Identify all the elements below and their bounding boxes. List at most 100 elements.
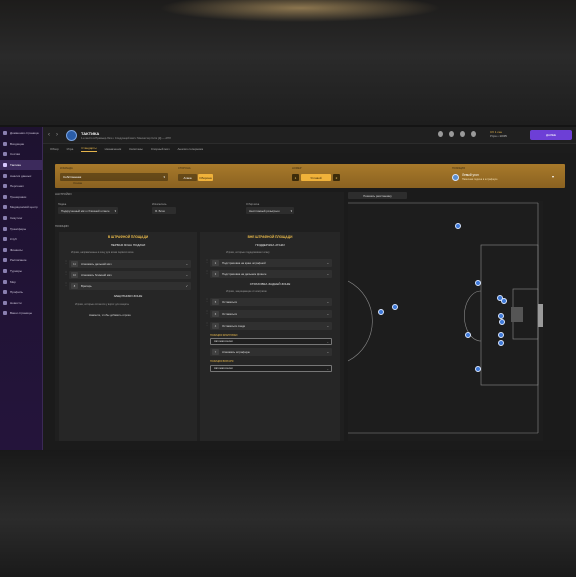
sidebar-item[interactable]: Мир (0, 276, 42, 287)
search-icon[interactable] (460, 131, 465, 137)
player-marker[interactable] (498, 332, 504, 338)
game-window: Домашняя страница Входящие Состав Тактика Ан… (0, 127, 576, 450)
drag-handle-icon[interactable]: ⋮ (205, 259, 209, 266)
role-row[interactable]: 5 Оставаться ⌄ (210, 298, 332, 306)
tab-item[interactable]: Спорный мяч (151, 147, 170, 151)
chevron-down-icon: ⌄ (326, 367, 329, 371)
drag-handle-icon[interactable]: ⋮ (205, 310, 209, 317)
drag-handle-icon[interactable]: ⋮ (205, 298, 209, 305)
prev-number-button[interactable]: 1 (292, 174, 299, 181)
player-marker[interactable] (499, 319, 505, 325)
sidebar-item[interactable]: Состав (0, 149, 42, 160)
row-number: 2 (212, 260, 219, 266)
sidebar-item-icon (3, 311, 7, 316)
player-marker[interactable] (501, 298, 507, 304)
role-row[interactable]: 2 Подстраховка на краю штрафной ⌄ (210, 259, 332, 267)
role-row[interactable]: 8 Вратарь ✓ (69, 282, 191, 290)
tab-item[interactable]: Капитаны (129, 147, 143, 151)
player-marker[interactable] (465, 332, 471, 338)
drag-handle-icon[interactable]: ⋮ (205, 322, 209, 329)
tab-item[interactable]: Назначения (105, 147, 122, 151)
sidebar-item[interactable]: Персонал (0, 181, 42, 192)
sidebar-item[interactable]: Клуб (0, 234, 42, 245)
sidebar-item[interactable]: Тренировки (0, 192, 42, 203)
sidebar-item-label: Финансы (10, 247, 23, 252)
forward-arrow-icon[interactable]: › (56, 132, 62, 138)
row-text: Оставаться (222, 312, 237, 316)
player-marker[interactable] (498, 340, 504, 346)
game-date[interactable]: Сб 1 сен Утро • 13:05 (490, 130, 507, 138)
sidebar-item-label: Тактика (10, 163, 21, 168)
view-formation-button[interactable]: Показать расстановку (348, 192, 407, 199)
taker-select[interactable]: Я. Блок (152, 207, 176, 214)
sidebar-item[interactable]: Трансферы (0, 223, 42, 234)
row-number: 6 (212, 311, 219, 317)
sidebar-item[interactable]: Скаутинг (0, 213, 42, 224)
tab-item[interactable]: Стандарты (81, 146, 97, 152)
sidebar-item[interactable]: Профиль (0, 287, 42, 298)
chat-icon[interactable] (471, 131, 476, 137)
sidebar-item[interactable]: Тактика (0, 159, 42, 171)
sidebar-item[interactable]: Входящие (0, 139, 42, 150)
role-row[interactable]: 3 Подстраховка на дальнем фланге ⌄ (210, 270, 332, 278)
sidebar-item[interactable]: Турниры (0, 266, 42, 277)
sidebar-item[interactable]: Ваши страницы (0, 308, 42, 319)
sidebar-item-label: Тренировки (10, 194, 27, 199)
position-value[interactable]: Левый угол (462, 173, 479, 177)
player-marker[interactable] (455, 223, 461, 229)
background-bottom (0, 450, 576, 577)
side-defend-toggle[interactable]: Оборона (198, 174, 213, 181)
sidebar-item-label: Ваши страницы (10, 311, 33, 316)
team-select[interactable]: Собственная ▾ (60, 173, 168, 181)
continue-button[interactable]: ДАЛЕЕ (530, 130, 572, 140)
pitch-area: Показать расстановку (347, 192, 543, 441)
keeper-position-dropdown[interactable]: Автоматически ⌄ (210, 365, 332, 372)
tab-item[interactable]: Обзор (50, 147, 59, 151)
row-text: Подстраховка на краю штрафной (222, 261, 266, 265)
row-number: 10 (71, 272, 78, 278)
chevron-down-icon: ⌄ (326, 340, 329, 344)
side-attack-toggle[interactable]: Атака (178, 174, 197, 181)
recovery-select[interactable]: Неотложный розыгрыш ▾ (246, 207, 294, 214)
drag-handle-icon[interactable]: ⋮ (64, 282, 68, 289)
extra-role-row[interactable]: 7 Атаковать штрафную ⌄ (210, 348, 332, 356)
sidebar-item[interactable]: Анализ данных (0, 170, 42, 181)
tab-item[interactable]: Анализ соперника (178, 147, 204, 151)
notification-icon[interactable] (438, 131, 443, 137)
sidebar-item-icon (3, 184, 7, 189)
role-row[interactable]: 6 Оставаться ⌄ (210, 310, 332, 318)
row-text: Вратарь (81, 284, 92, 288)
chevron-down-icon[interactable]: ▾ (552, 174, 554, 179)
add-player-link[interactable]: Нажмите, чтобы добавить игрока (89, 314, 131, 317)
sidebar-item[interactable]: Финансы (0, 245, 42, 256)
role-row[interactable]: 11 Атаковать дальний мяч ⌄ (69, 260, 191, 268)
sidebar-item[interactable]: Домашняя страница (0, 128, 42, 139)
sidebar-item[interactable]: Медицинский центр (0, 202, 42, 213)
tab-item[interactable]: Игра (67, 147, 74, 151)
role-row[interactable]: 4 Оставаться сзади ⌄ (210, 322, 332, 330)
wide-position-dropdown[interactable]: Автоматически ⌄ (210, 338, 332, 345)
player-marker[interactable] (475, 280, 481, 286)
sidebar-item-icon (3, 163, 7, 168)
club-crest-icon[interactable] (66, 129, 77, 141)
drag-handle-icon[interactable]: ⋮ (205, 270, 209, 277)
inside-box-title: В ШТРАФНОЙ ПЛОЩАДИ (107, 235, 149, 239)
drag-handle-icon[interactable]: ⋮ (64, 271, 68, 278)
help-icon[interactable] (449, 131, 454, 137)
role-row[interactable]: 10 Атаковать ближний мяч ⌄ (69, 271, 191, 279)
set-piece-name[interactable]: Угловой (301, 174, 331, 181)
sidebar-item[interactable]: Расписание (0, 255, 42, 266)
player-marker[interactable] (475, 366, 481, 372)
sidebar-item[interactable]: Новости (0, 298, 42, 309)
player-marker[interactable] (378, 309, 384, 315)
delivery-select[interactable]: Подкрученный мяч к ближней штанге ▾ (58, 207, 118, 214)
drag-handle-icon[interactable]: ⋮ (64, 260, 68, 267)
title-block: ТАКТИКА 1-е место в Премьер-Лиге • Следу… (81, 131, 171, 140)
back-arrow-icon[interactable]: ‹ (48, 132, 54, 138)
keeper-position-label: ПОЗИЦИЯ ВРАТАРЯ (210, 360, 234, 363)
player-marker[interactable] (392, 304, 398, 310)
row-text: Атаковать дальний мяч (81, 262, 112, 266)
pitch (347, 201, 543, 441)
next-number-button[interactable]: 2 (333, 174, 340, 181)
row-number: 7 (212, 349, 219, 355)
